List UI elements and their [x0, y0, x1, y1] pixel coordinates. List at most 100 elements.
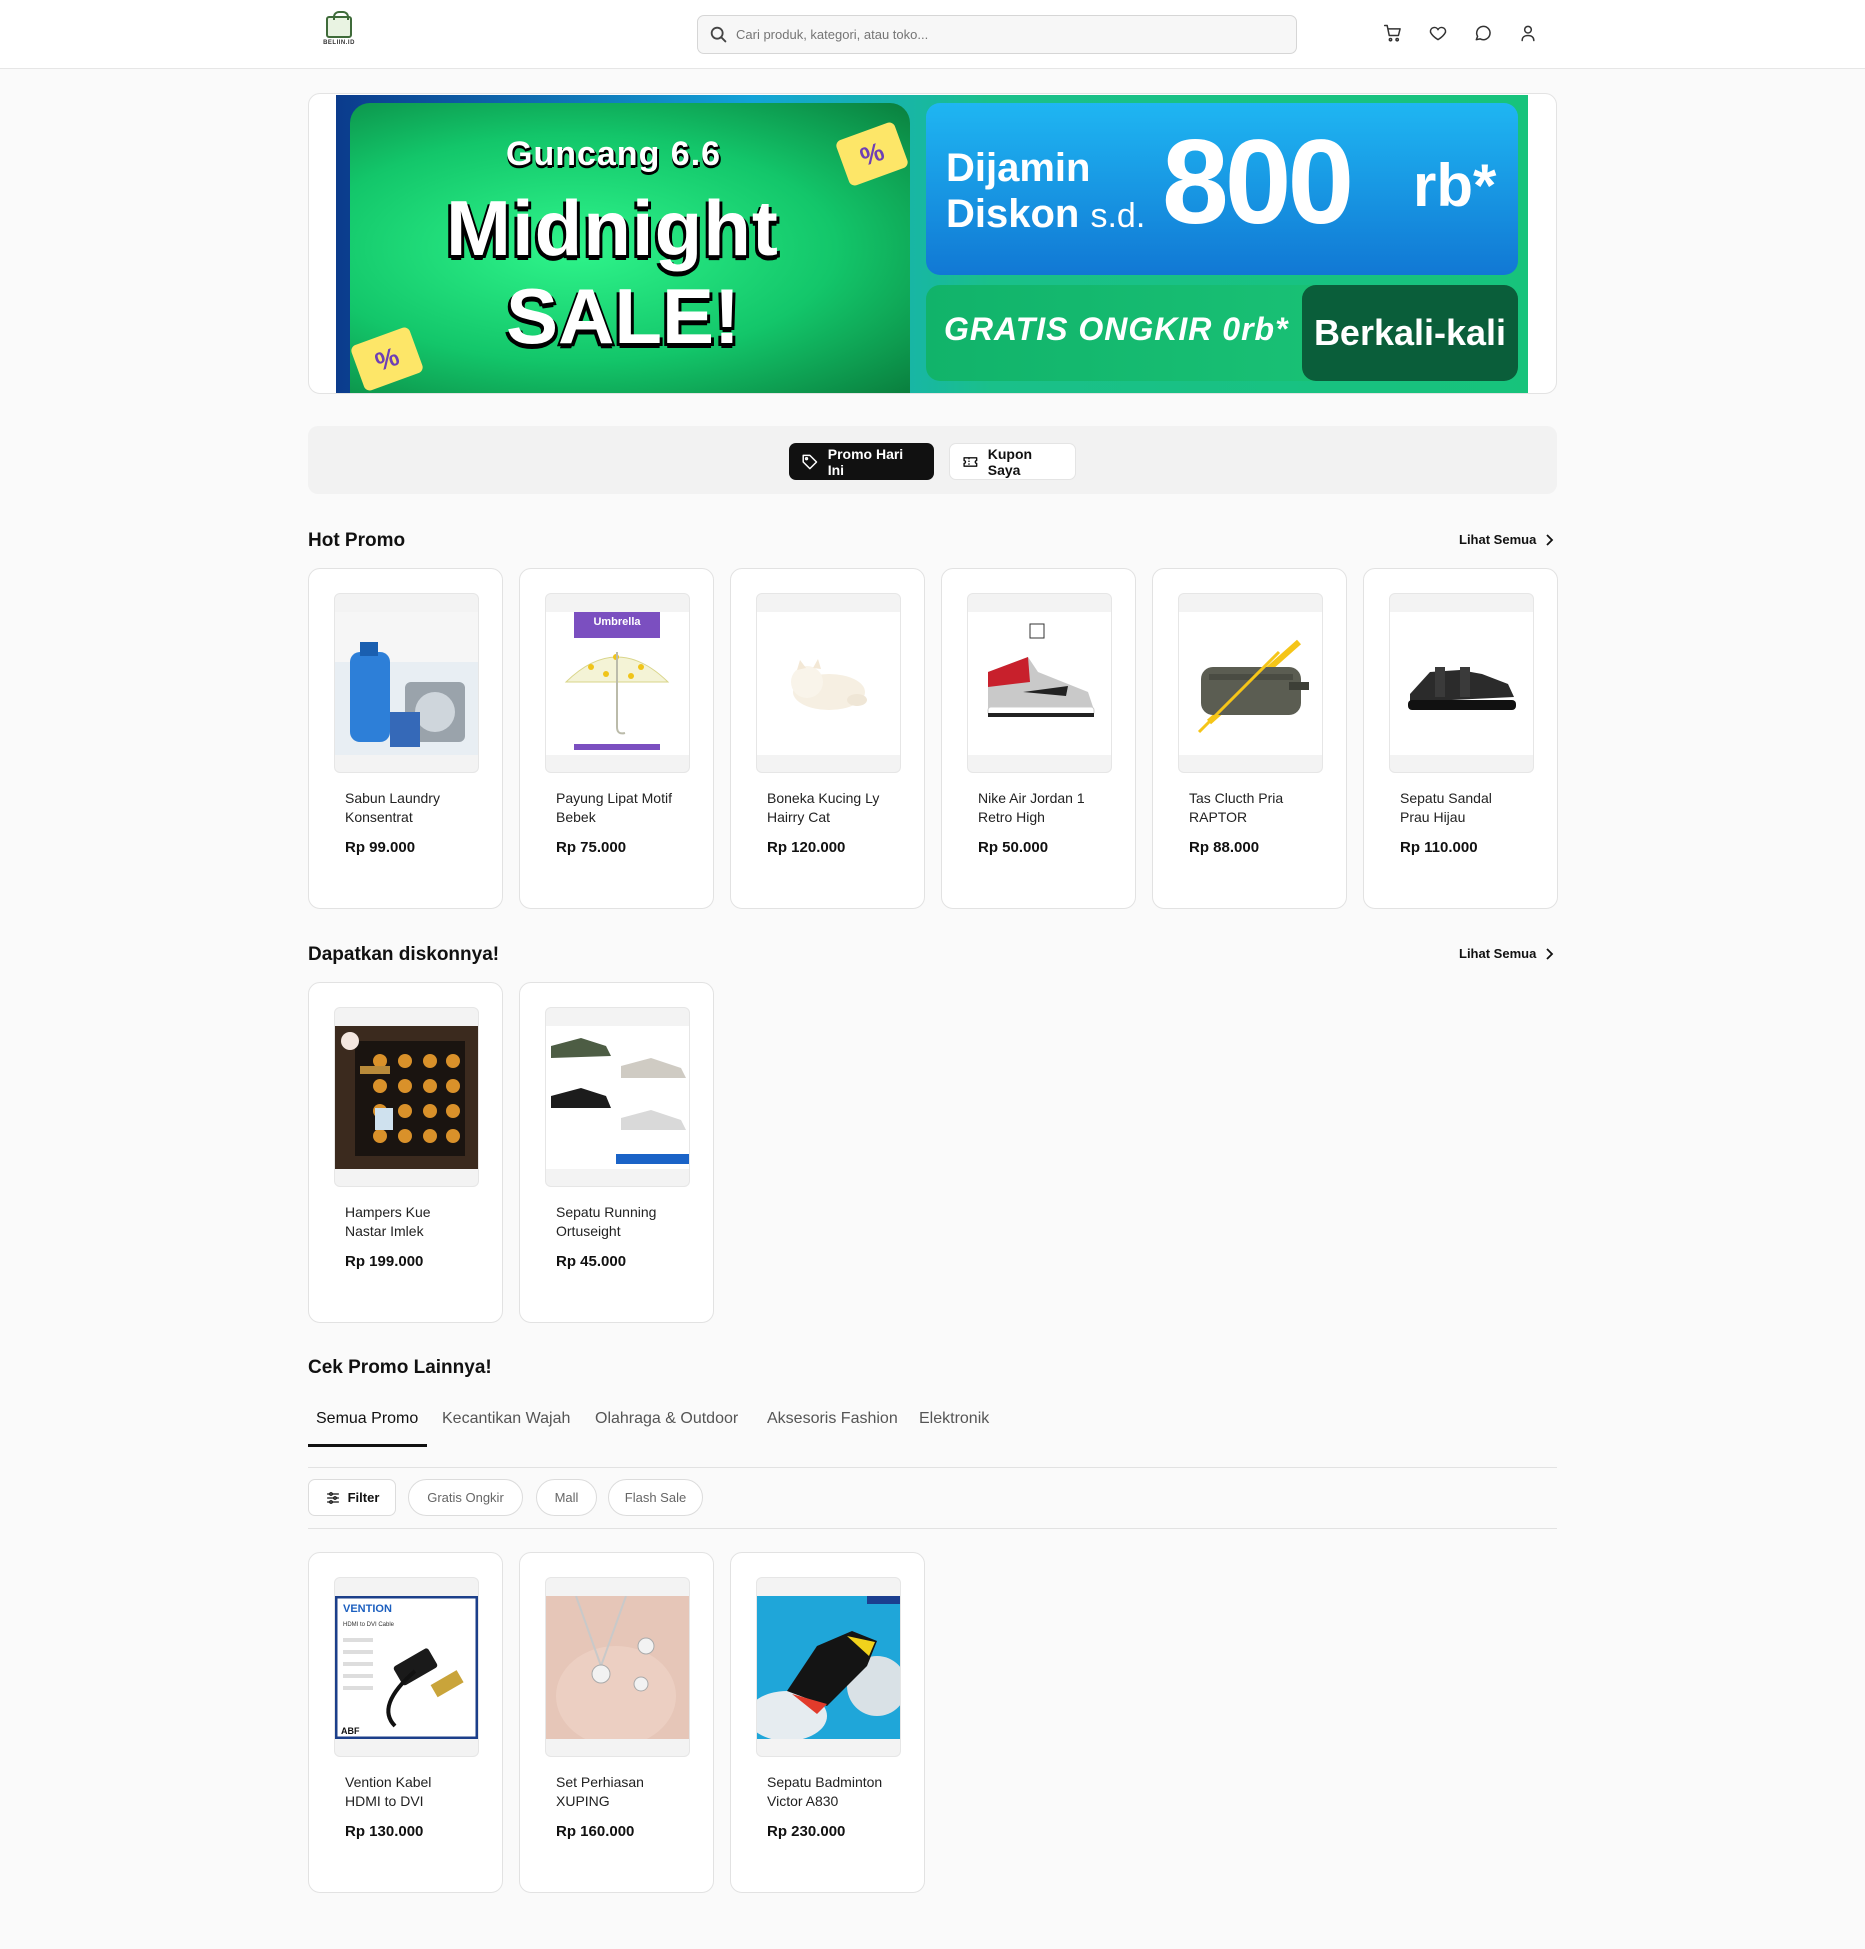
product-name: Sepatu Badminton Victor A830 [767, 1774, 883, 1809]
chip-mall[interactable]: Mall [536, 1479, 597, 1516]
promo-tab-bar: Promo Hari Ini Kupon Saya [308, 426, 1557, 494]
kupon-saya-button[interactable]: Kupon Saya [949, 443, 1076, 480]
product-price: Rp 199.000 [345, 1253, 424, 1270]
tab-olahraga-outdoor[interactable]: Olahraga & Outdoor [595, 1410, 738, 1428]
product-price: Rp 45.000 [556, 1253, 627, 1270]
product-image: Umbrella [545, 593, 690, 773]
product-image [1389, 593, 1534, 773]
search-icon [710, 26, 727, 42]
product-card[interactable]: Sabun Laundry Konsentrat Rp 99.000 [308, 568, 503, 909]
product-name: Boneka Kucing Ly Hairry Cat [767, 790, 880, 825]
site-logo[interactable]: BELIIN.ID [318, 11, 360, 54]
banner-amount: 800 [1162, 115, 1354, 249]
shopping-bag-logo-icon [326, 11, 352, 38]
banner-amount-unit: rb* [1413, 152, 1497, 219]
banner-discount-box: Dijamin Diskon s.d. 800 rb* [926, 103, 1518, 275]
tab-aksesoris-fashion[interactable]: Aksesoris Fashion [767, 1410, 898, 1428]
active-tab-indicator [308, 1444, 427, 1447]
product-name: Nike Air Jordan 1 Retro High [978, 790, 1085, 825]
product-price: Rp 99.000 [345, 839, 416, 856]
banner-berkali: Berkali-kali [1302, 285, 1518, 381]
ticket-icon [963, 456, 978, 467]
category-tab-bar: Semua Promo Kecantikan Wajah Olahraga & … [308, 1394, 1557, 1468]
product-image [545, 1007, 690, 1187]
banner-guncang: Guncang 6.6 [506, 135, 722, 173]
product-card[interactable]: Hampers Kue Nastar Imlek Rp 199.000 [308, 982, 503, 1323]
product-image [756, 593, 901, 773]
cek-promo-title: Cek Promo Lainnya! [308, 1357, 492, 1378]
banner-ongkir-box: GRATIS ONGKIR 0rb* Berkali-kali [926, 285, 1518, 381]
umbrella-label: Umbrella [593, 616, 641, 628]
product-name: Sepatu Sandal Prau Hijau [1400, 790, 1492, 825]
product-card[interactable]: Nike Air Jordan 1 Retro High Rp 50.000 [941, 568, 1136, 909]
product-card[interactable]: Sepatu Badminton Victor A830 Rp 230.000 [730, 1552, 925, 1893]
chat-icon[interactable] [1470, 20, 1495, 45]
hot-promo-title: Hot Promo [308, 530, 406, 551]
search-input[interactable] [736, 27, 1256, 42]
product-name: Sepatu Running Ortuseight [556, 1204, 657, 1239]
product-price: Rp 120.000 [767, 839, 846, 856]
cart-icon[interactable] [1380, 20, 1405, 45]
banner-sale: SALE! [506, 272, 740, 360]
banner-midnight: Midnight [446, 184, 779, 272]
product-image: VENTION HDMI to DVI Cable ABF [334, 1577, 479, 1757]
product-name: Sabun Laundry Konsentrat [345, 790, 440, 825]
product-price: Rp 160.000 [556, 1823, 635, 1840]
product-price: Rp 110.000 [1400, 839, 1478, 856]
chevron-right-icon [1546, 533, 1554, 546]
product-card[interactable]: Set Perhiasan XUPING Rp 160.000 [519, 1552, 714, 1893]
filter-button[interactable]: Filter [308, 1479, 396, 1516]
promo-hari-ini-button[interactable]: Promo Hari Ini [789, 443, 934, 480]
product-name: Hampers Kue Nastar Imlek [345, 1204, 431, 1239]
product-price: Rp 75.000 [556, 839, 627, 856]
chip-flash-sale[interactable]: Flash Sale [608, 1479, 703, 1516]
product-price: Rp 230.000 [767, 1823, 846, 1840]
promo-hari-ini-label: Promo Hari Ini [827, 445, 904, 478]
product-image [334, 1007, 479, 1187]
product-card[interactable]: VENTION HDMI to DVI Cable ABF Vention Kabe… [308, 1552, 503, 1893]
diskon-section-title: Dapatkan diskonnya! [308, 944, 500, 965]
tab-kecantikan-wajah[interactable]: Kecantikan Wajah [442, 1410, 570, 1428]
tag-icon [802, 454, 818, 469]
banner-sd: s.d. [1090, 197, 1146, 235]
chevron-right-icon [1546, 947, 1554, 960]
tab-elektronik[interactable]: Elektronik [919, 1410, 989, 1428]
heart-icon[interactable] [1425, 20, 1450, 45]
product-name: Vention Kabel HDMI to DVI [345, 1774, 432, 1809]
product-price: Rp 88.000 [1189, 839, 1260, 856]
logo-text: BELIIN.ID [323, 40, 355, 46]
product-image [1178, 593, 1323, 773]
vention-label: VENTION [343, 1603, 392, 1615]
vention-sub-label: HDMI to DVI Cable [343, 1622, 395, 1628]
banner-dijamin: Dijamin [946, 146, 1091, 190]
hero-banner[interactable]: Guncang 6.6 Midnight SALE! % % Dijamin D… [308, 93, 1557, 394]
user-icon[interactable] [1515, 20, 1540, 45]
search-bar[interactable] [697, 15, 1297, 54]
product-name: Tas Clucth Pria RAPTOR [1189, 790, 1284, 825]
filter-bar: Filter Gratis Ongkir Mall Flash Sale [308, 1479, 1557, 1529]
top-navbar: BELIIN.ID [0, 0, 1865, 69]
product-card[interactable]: Umbrella Payung Lipat Motif Bebek Rp 75.… [519, 568, 714, 909]
product-image [545, 1577, 690, 1757]
product-name: Set Perhiasan XUPING [556, 1774, 644, 1809]
banner-diskon: Diskon [946, 192, 1080, 236]
product-image [967, 593, 1112, 773]
diskon-see-all-link[interactable]: Lihat Semua [1459, 946, 1554, 961]
hot-promo-see-all-link[interactable]: Lihat Semua [1459, 532, 1554, 547]
product-card[interactable]: Tas Clucth Pria RAPTOR Rp 88.000 [1152, 568, 1347, 909]
product-card[interactable]: Boneka Kucing Ly Hairry Cat Rp 120.000 [730, 568, 925, 909]
kupon-saya-label: Kupon Saya [987, 445, 1033, 478]
product-card[interactable]: Sepatu Sandal Prau Hijau Rp 110.000 [1363, 568, 1558, 909]
midnight-sale-banner: Guncang 6.6 Midnight SALE! % % Dijamin D… [336, 95, 1528, 393]
product-name: Payung Lipat Motif Bebek [556, 790, 672, 825]
vention-abf-label: ABF [341, 1726, 360, 1736]
chip-gratis-ongkir[interactable]: Gratis Ongkir [408, 1479, 523, 1516]
tab-semua-promo[interactable]: Semua Promo [316, 1410, 418, 1428]
product-card[interactable]: Sepatu Running Ortuseight Rp 45.000 [519, 982, 714, 1323]
product-image [334, 593, 479, 773]
product-price: Rp 130.000 [345, 1823, 424, 1840]
banner-gratis-ongkir: GRATIS ONGKIR 0rb* [944, 311, 1289, 347]
product-image [756, 1577, 901, 1757]
product-price: Rp 50.000 [978, 839, 1049, 856]
filter-label: Filter [347, 1490, 380, 1505]
